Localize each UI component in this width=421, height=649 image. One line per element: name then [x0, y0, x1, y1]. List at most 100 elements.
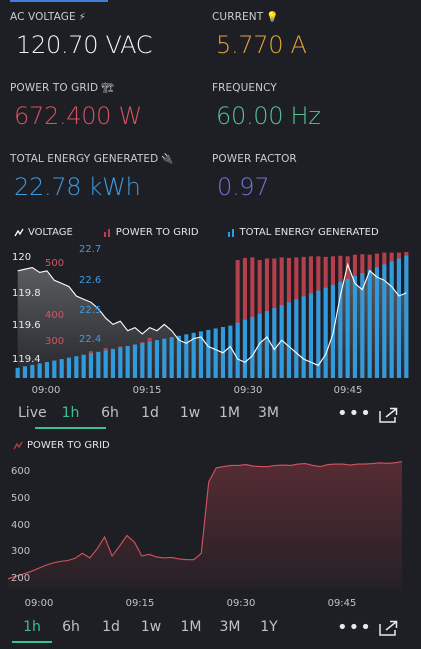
metric-total-energy: TOTAL ENERGY GENERATED 🔌 22.78 kWh: [10, 153, 174, 201]
time-range-selector-2: 1h 6h 1d 1w 1M 3M 1Y: [12, 619, 280, 643]
range-live[interactable]: Live: [18, 405, 47, 421]
x-tick: 09:30: [234, 385, 263, 396]
energy-bar: [264, 311, 269, 378]
energy-bar: [404, 255, 409, 378]
energy-bar: [184, 334, 189, 378]
metric-current: CURRENT 💡 5.770 A: [212, 11, 307, 59]
power-tick: 300: [45, 336, 64, 347]
range-1m[interactable]: 1M: [204, 405, 255, 421]
metric-value: 0.97: [217, 173, 270, 201]
range-1d[interactable]: 1d: [100, 619, 122, 635]
metric-label: CURRENT: [212, 11, 264, 23]
energy-bar: [52, 360, 57, 378]
legend-voltage[interactable]: VOLTAGE: [14, 227, 73, 238]
energy-bar: [206, 329, 211, 378]
energy-tick: 22.7: [79, 244, 101, 255]
x-tick: 09:45: [328, 598, 357, 609]
range-1w[interactable]: 1w: [122, 619, 180, 635]
time-range-selector: Live 1h 6h 1d 1w 1M 3M: [18, 405, 282, 429]
y-tick: 400: [11, 520, 30, 531]
more-options-button[interactable]: •••: [337, 617, 372, 638]
share-icon[interactable]: [379, 620, 399, 636]
energy-bar: [147, 341, 152, 378]
energy-bar: [118, 347, 123, 378]
energy-bar: [389, 261, 394, 378]
line-chart-icon: [14, 228, 24, 237]
energy-bar: [125, 346, 130, 378]
energy-bar: [30, 364, 35, 378]
power-tick: 500: [45, 258, 64, 269]
energy-bar: [235, 322, 240, 378]
combined-chart[interactable]: 120 119.8 119.6 119.4 500 400 300 22.7 22.6 22.5 2…: [0, 240, 421, 400]
power-area: [8, 461, 402, 589]
range-3m[interactable]: 3M: [202, 619, 258, 635]
energy-bar: [110, 348, 115, 378]
legend-energy[interactable]: TOTAL ENERGY GENERATED: [227, 227, 379, 238]
metric-label: POWER TO GRID: [10, 82, 99, 94]
lightbulb-icon: 💡: [266, 12, 279, 23]
metric-value: 22.78 kWh: [14, 173, 141, 201]
legend-power[interactable]: POWER TO GRID: [103, 227, 199, 238]
energy-bar: [367, 270, 372, 378]
energy-bar: [242, 319, 247, 378]
range-1d[interactable]: 1d: [124, 405, 176, 421]
x-tick: 09:15: [133, 385, 162, 396]
range-1h[interactable]: 1h: [35, 405, 106, 429]
energy-bar: [88, 353, 93, 378]
range-6h[interactable]: 6h: [42, 619, 100, 635]
range-6h[interactable]: 6h: [96, 405, 124, 421]
energy-bar: [228, 325, 233, 378]
metric-value: 672.400 W: [14, 102, 142, 130]
energy-bar: [169, 337, 174, 378]
energy-bar: [213, 328, 218, 378]
energy-bar: [15, 367, 20, 378]
metric-frequency: FREQUENCY 60.00 Hz: [212, 82, 321, 130]
metric-label: TOTAL ENERGY GENERATED: [10, 153, 159, 165]
range-1m[interactable]: 1M: [180, 619, 202, 635]
lightning-icon: ⚡: [78, 12, 86, 23]
metric-power-to-grid: POWER TO GRID 🏗 672.400 W: [10, 82, 142, 130]
energy-bar: [37, 363, 42, 378]
x-tick: 09:45: [334, 385, 363, 396]
energy-bar: [66, 357, 71, 378]
x-tick: 09:00: [25, 598, 54, 609]
energy-bar: [272, 308, 277, 378]
metric-value: 5.770 A: [216, 31, 307, 59]
x-tick: 09:30: [227, 598, 256, 609]
metric-label: AC VOLTAGE: [10, 11, 76, 23]
energy-tick: 22.4: [79, 334, 101, 345]
legend-label: POWER TO GRID: [115, 227, 199, 238]
y-tick: 500: [11, 493, 30, 504]
y-tick: 300: [11, 546, 30, 557]
energy-bar: [301, 296, 306, 378]
voltage-tick: 119.8: [12, 288, 41, 299]
energy-bar: [286, 302, 291, 378]
energy-bar: [44, 362, 49, 378]
energy-bar: [176, 335, 181, 378]
power-tower-icon: 🏗: [101, 83, 114, 94]
legend-label: VOLTAGE: [28, 227, 73, 238]
energy-bar: [59, 359, 64, 378]
power-to-grid-chart[interactable]: 600 500 400 300 200 09:00 09:15 09:30 09:45: [0, 455, 421, 611]
range-1h[interactable]: 1h: [12, 619, 52, 643]
chart-legend: VOLTAGE POWER TO GRID TOTAL ENERGY GENER…: [14, 227, 395, 238]
voltage-tick: 120: [12, 252, 31, 263]
y-tick: 600: [11, 466, 30, 477]
chart2-legend: POWER TO GRID: [13, 440, 110, 451]
energy-bar: [74, 356, 79, 378]
range-1w[interactable]: 1w: [176, 405, 204, 421]
range-1y[interactable]: 1Y: [258, 619, 280, 635]
voltage-tick: 119.6: [12, 320, 41, 331]
energy-tick: 22.6: [79, 275, 101, 286]
energy-bar: [96, 351, 101, 378]
bar-chart-icon: [103, 229, 110, 237]
share-icon[interactable]: [379, 407, 399, 423]
energy-bar: [250, 316, 255, 378]
range-3m[interactable]: 3M: [255, 405, 282, 421]
plug-icon: 🔌: [161, 154, 174, 165]
line-chart-icon: [13, 441, 23, 450]
energy-bar: [154, 340, 159, 378]
energy-bar: [81, 354, 86, 378]
energy-bar: [345, 279, 350, 378]
more-options-button[interactable]: •••: [337, 403, 372, 424]
